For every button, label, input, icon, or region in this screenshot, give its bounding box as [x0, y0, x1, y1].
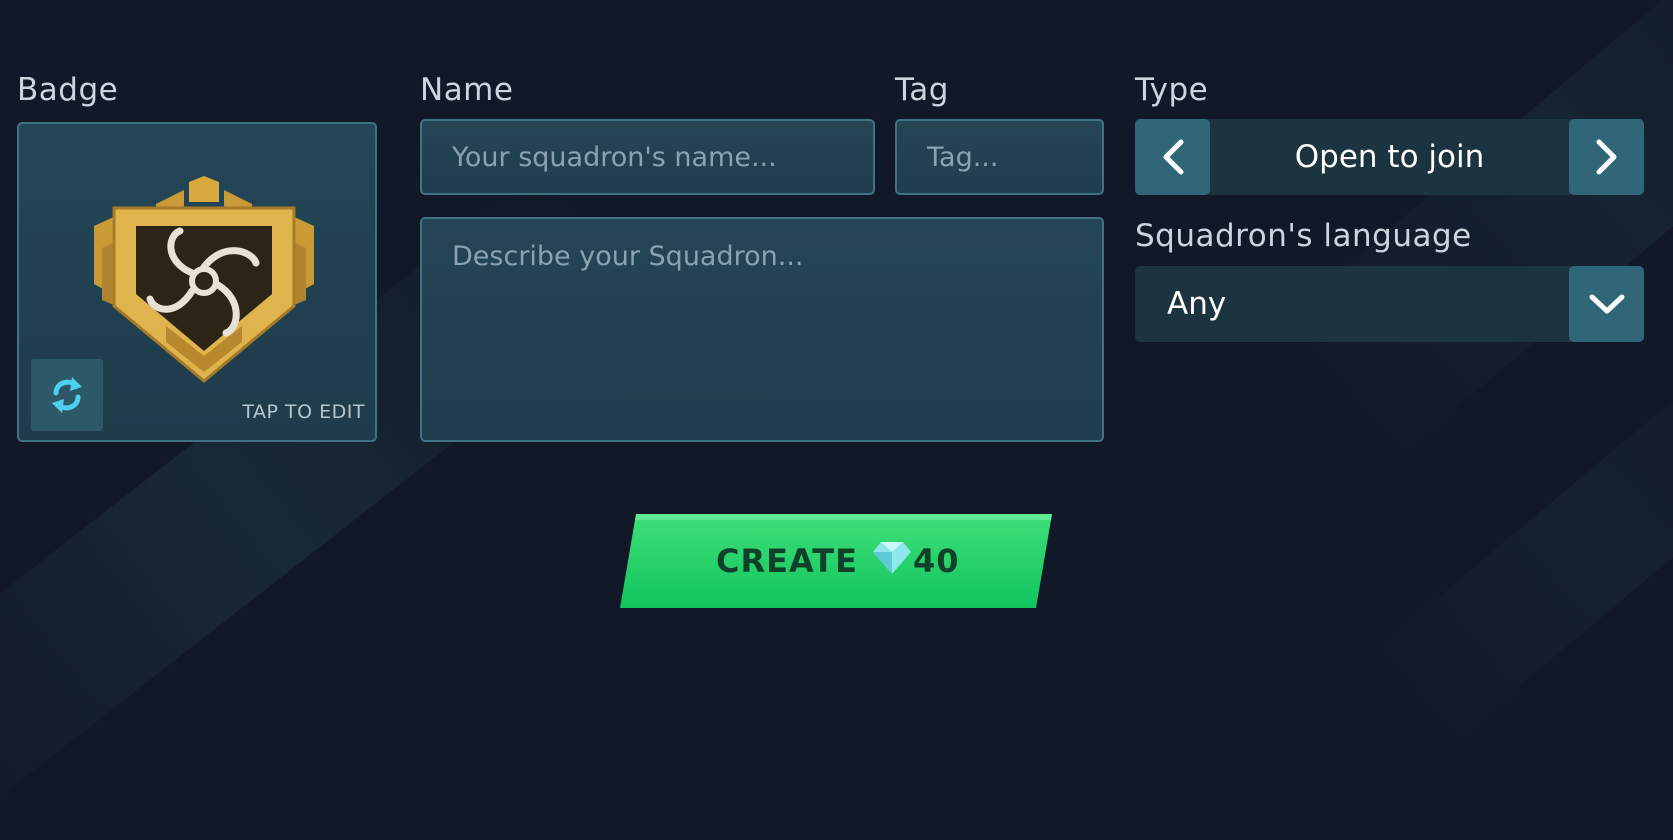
tag-label: Tag	[895, 72, 949, 108]
chevron-left-icon	[1163, 139, 1183, 175]
badge-label: Badge	[17, 72, 119, 108]
refresh-icon	[52, 377, 82, 413]
chevron-down-icon	[1589, 294, 1624, 314]
refresh-badge-button[interactable]	[31, 359, 103, 431]
type-next-button[interactable]	[1569, 119, 1644, 195]
create-button[interactable]: CREATE 40	[620, 514, 1052, 608]
type-selector: Open to join	[1135, 119, 1644, 195]
type-prev-button[interactable]	[1135, 119, 1210, 195]
name-label: Name	[420, 72, 514, 108]
tap-to-edit-hint: TAP TO EDIT	[242, 401, 365, 423]
language-dropdown-button[interactable]	[1569, 266, 1644, 342]
type-label: Type	[1135, 72, 1209, 108]
diamond-icon	[873, 542, 911, 574]
badge-panel[interactable]: TAP TO EDIT	[17, 122, 377, 442]
squadron-badge-emblem	[94, 176, 314, 383]
name-input[interactable]: Your squadron's name...	[420, 119, 875, 195]
chevron-right-icon	[1596, 139, 1616, 175]
create-button-label: CREATE	[716, 542, 858, 580]
type-value: Open to join	[1294, 139, 1485, 175]
description-input[interactable]: Describe your Squadron...	[420, 217, 1104, 442]
create-cost: 40	[913, 542, 960, 580]
language-value: Any	[1167, 286, 1227, 322]
tag-input[interactable]: Tag...	[895, 119, 1104, 195]
language-dropdown[interactable]: Any	[1135, 266, 1644, 342]
language-label: Squadron's language	[1135, 218, 1472, 254]
background-streak	[1369, 333, 1673, 747]
